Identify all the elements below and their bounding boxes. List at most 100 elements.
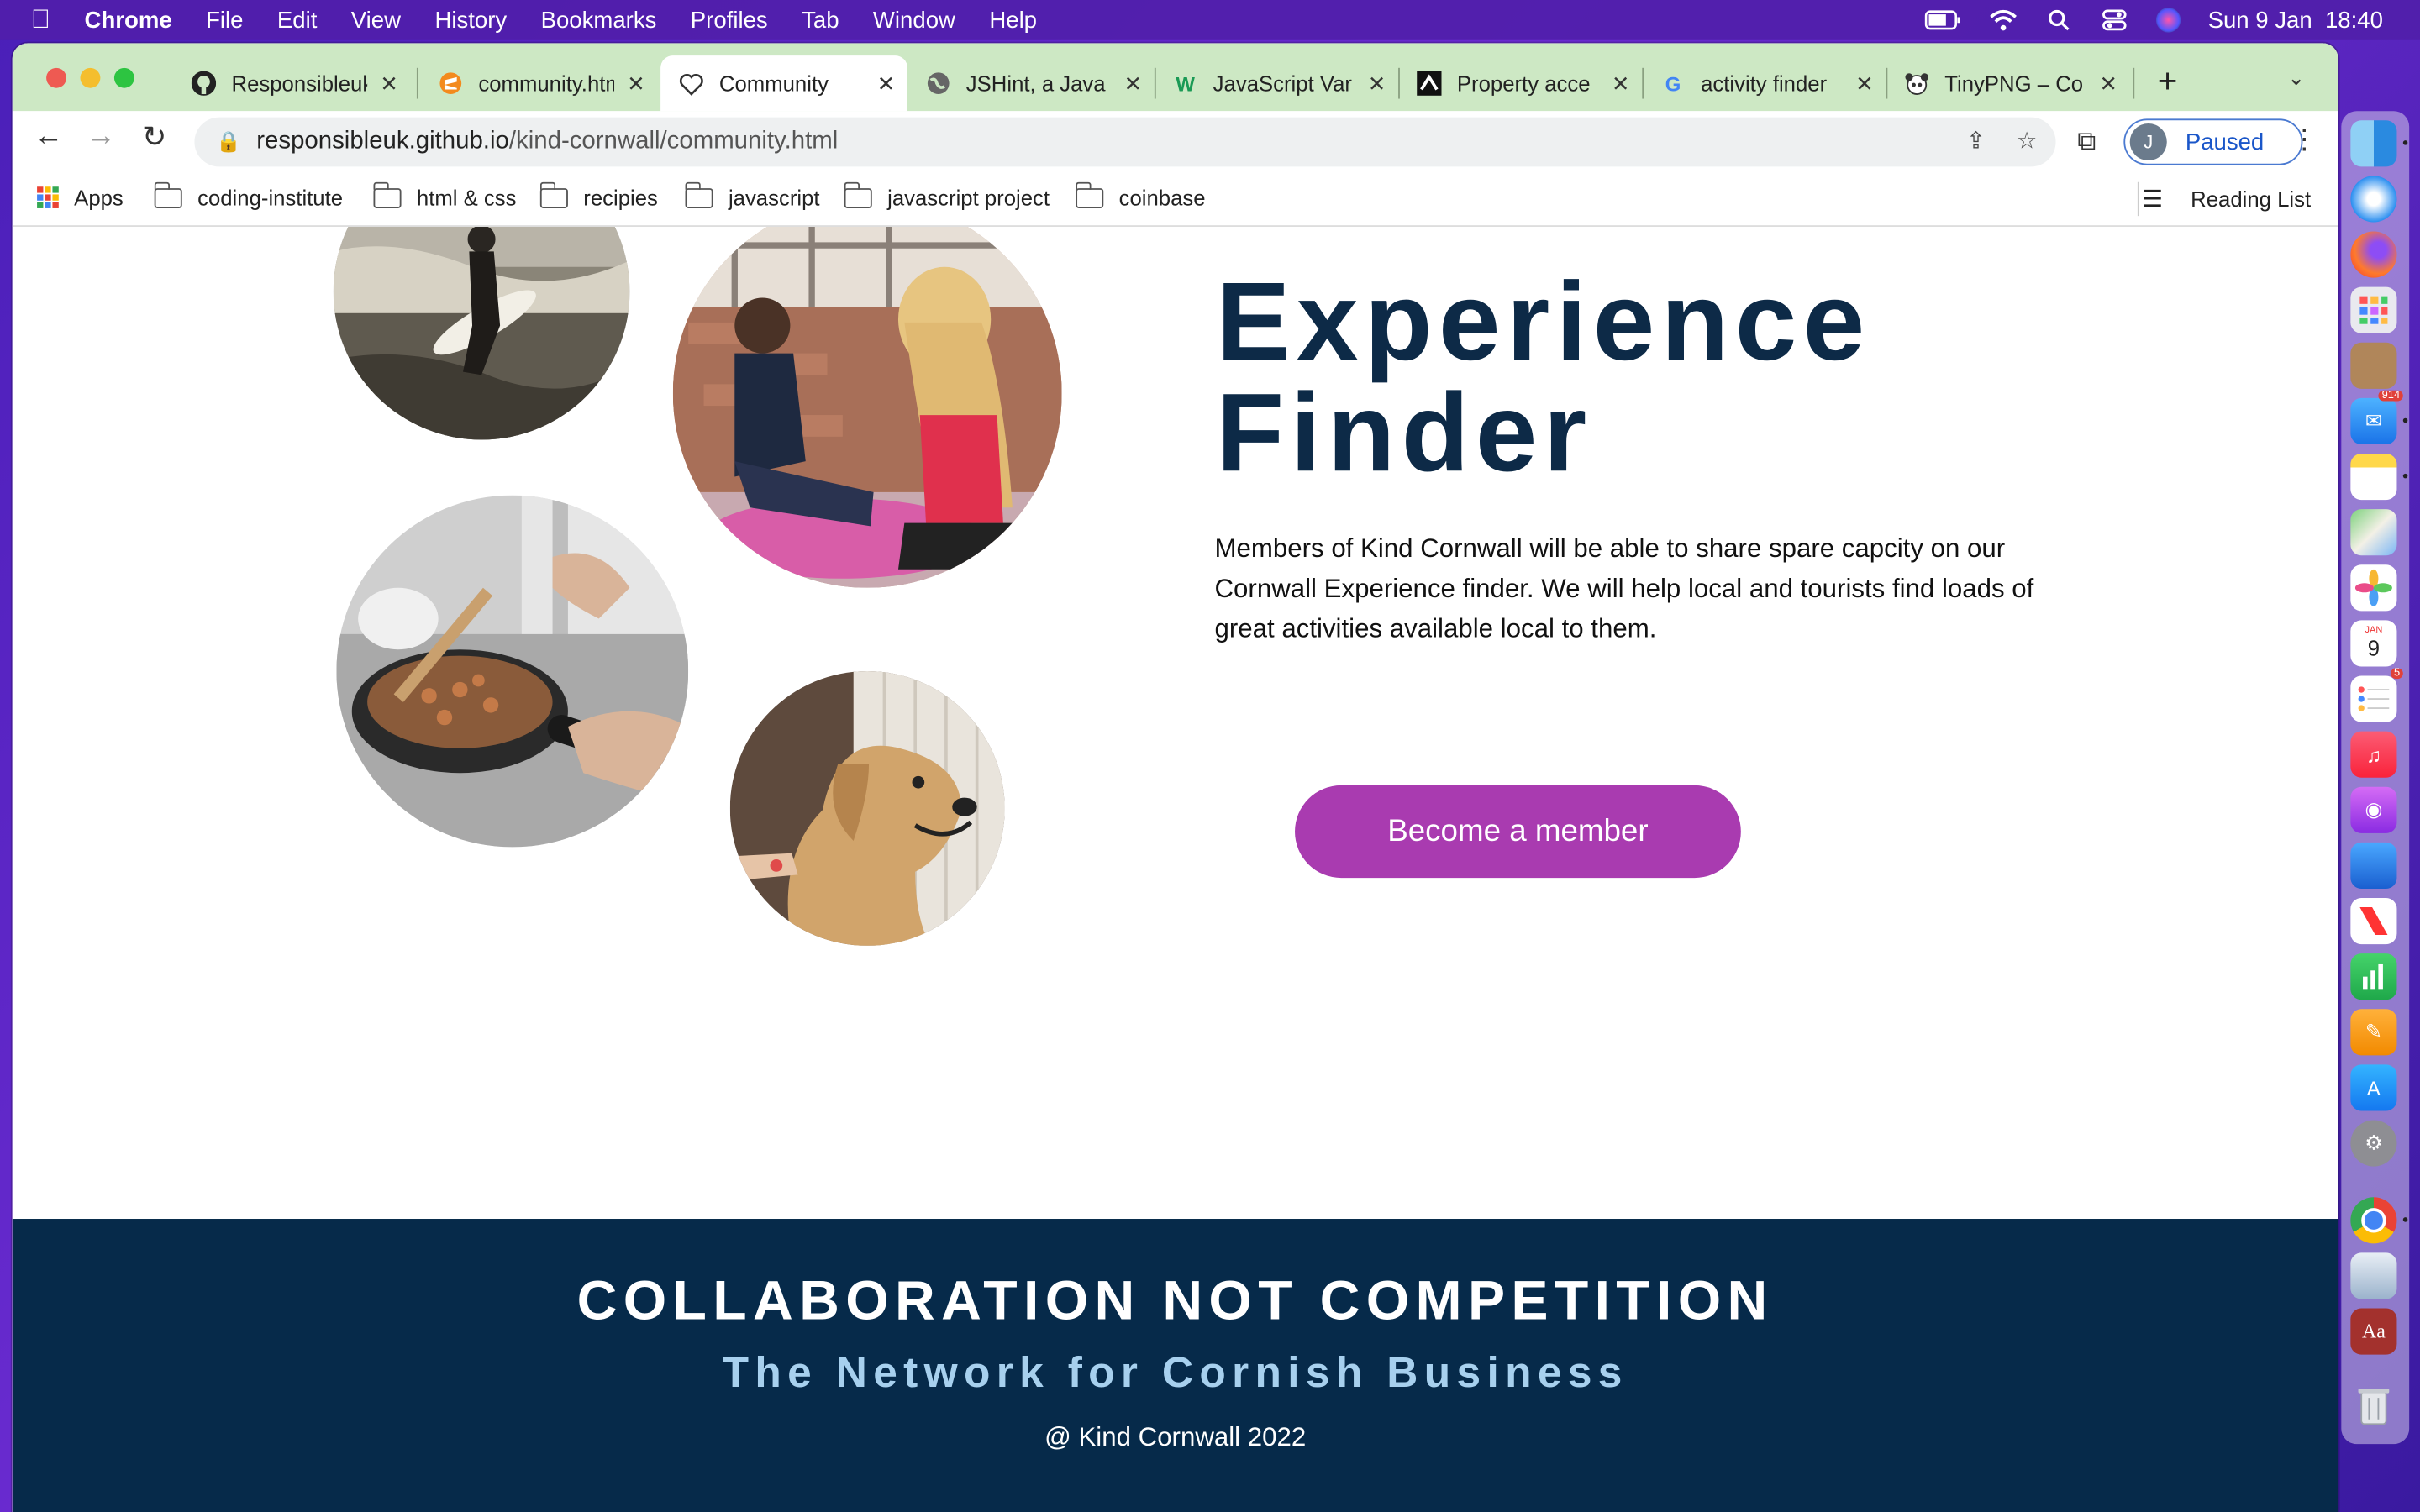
firefox-icon[interactable] [2350, 231, 2397, 278]
site-footer: COLLABORATION NOT COMPETITION The Networ… [12, 1219, 2338, 1512]
zoom-window-button[interactable] [113, 67, 134, 88]
reminders-icon[interactable]: 5 [2350, 668, 2403, 722]
macos-dock: ✉ 914 JAN 9 5 ♫ ◉ ✎ A ⚙ Aa [2341, 111, 2410, 1445]
folder-icon [1075, 181, 1104, 208]
lock-icon[interactable]: 🔒 [216, 129, 241, 154]
bookmark-folder-javascript-project[interactable]: javascript project [843, 181, 1050, 210]
heart-icon [679, 71, 703, 95]
address-bar[interactable]: 🔒 responsibleuk.github.io/kind-cornwall/… [194, 117, 2056, 167]
tab-property-access[interactable]: Property acce ✕ [1398, 55, 1642, 111]
folder-icon [372, 181, 402, 208]
bookmark-apps[interactable]: Apps [37, 185, 124, 210]
mail-icon[interactable]: ✉ 914 [2350, 390, 2403, 444]
menubar-clock[interactable]: Sun 9 Jan 18:40 [2208, 7, 2383, 33]
menu-view[interactable]: View [351, 7, 401, 33]
close-window-button[interactable] [46, 67, 66, 88]
close-tab-icon[interactable]: ✕ [2099, 71, 2118, 97]
spotlight-search-icon[interactable] [2044, 9, 2072, 31]
notes-icon[interactable] [2350, 454, 2397, 501]
music-icon[interactable]: ♫ [2350, 731, 2397, 778]
system-preferences-icon[interactable]: ⚙ [2350, 1120, 2397, 1167]
minimize-window-button[interactable] [80, 67, 101, 88]
pages-icon[interactable]: ✎ [2350, 1009, 2397, 1056]
bookmark-folder-coding-institute[interactable]: coding-institute [153, 181, 343, 210]
control-center-icon[interactable] [2100, 9, 2128, 31]
menu-history[interactable]: History [434, 7, 507, 33]
tab-strip: Responsibleuk ✕ community.htm ✕ Communit… [12, 43, 2338, 112]
tab-jshint[interactable]: JSHint, a Java ✕ [908, 55, 1155, 111]
browser-toolbar: ← → ↻ 🔒 responsibleuk.github.io/kind-cor… [12, 111, 2338, 173]
safari-icon[interactable] [2350, 176, 2397, 223]
menu-window[interactable]: Window [873, 7, 955, 33]
menu-edit[interactable]: Edit [277, 7, 317, 33]
share-icon[interactable]: ⇪ [1966, 127, 1986, 154]
dictionary-icon[interactable]: Aa [2350, 1308, 2397, 1355]
calendar-icon[interactable]: JAN 9 [2350, 620, 2397, 667]
bookmark-star-icon[interactable]: ☆ [2017, 127, 2038, 154]
envelope-icon: ✉ [2365, 408, 2382, 433]
back-arrow-icon[interactable]: ← [34, 120, 63, 154]
maps-icon[interactable] [2350, 509, 2397, 556]
bookmark-folder-coinbase[interactable]: coinbase [1075, 181, 1206, 210]
siri-icon[interactable] [2155, 8, 2181, 33]
battery-icon[interactable] [1924, 9, 1961, 31]
menu-tab[interactable]: Tab [802, 7, 839, 33]
profile-button[interactable]: J Paused [2123, 118, 2303, 165]
become-member-button[interactable]: Become a member [1295, 785, 1741, 879]
podcasts-icon[interactable]: ◉ [2350, 786, 2397, 833]
tab-javascript-var[interactable]: W JavaScript Var ✕ [1155, 55, 1398, 111]
w3schools-icon: W [1176, 71, 1195, 95]
close-tab-icon[interactable]: ✕ [627, 71, 645, 97]
preview-icon[interactable] [2350, 1252, 2397, 1299]
close-tab-icon[interactable]: ✕ [1124, 71, 1143, 97]
forward-arrow-icon[interactable]: → [87, 120, 116, 154]
wifi-icon[interactable] [1989, 9, 2017, 31]
url-path: /kind-cornwall/community.html [508, 128, 839, 155]
extensions-puzzle-icon[interactable]: ⧉ [2077, 127, 2096, 158]
hero-description: Members of Kind Cornwall will be able to… [1214, 533, 2034, 643]
close-tab-icon[interactable]: ✕ [877, 71, 896, 97]
bookmark-folder-html-css[interactable]: html & css [372, 181, 517, 210]
reload-icon[interactable]: ↻ [142, 120, 166, 155]
footer-heading: COLLABORATION NOT COMPETITION [576, 1268, 1774, 1332]
menu-profiles[interactable]: Profiles [691, 7, 768, 33]
tab-community[interactable]: Community ✕ [660, 55, 908, 112]
close-tab-icon[interactable]: ✕ [1612, 71, 1630, 97]
dog-photo [729, 670, 1005, 946]
close-tab-icon[interactable]: ✕ [1855, 71, 1874, 97]
folder-icon [843, 181, 872, 208]
menu-file[interactable]: File [206, 7, 243, 33]
news-icon[interactable] [2350, 897, 2397, 945]
app-menu[interactable]: Chrome [85, 7, 172, 33]
folder-icon [153, 181, 182, 208]
apple-menu-icon[interactable]:  [31, 5, 50, 36]
menu-help[interactable]: Help [989, 7, 1037, 33]
more-menu-icon[interactable]: ⋮ [2291, 123, 2318, 156]
tab-tinypng[interactable]: TinyPNG – Co ✕ [1886, 55, 2129, 111]
trash-icon[interactable] [2350, 1383, 2396, 1429]
reading-list-button[interactable]: ☰ Reading List [2142, 185, 2311, 213]
bookmark-folder-javascript[interactable]: javascript [684, 181, 820, 210]
google-icon: G [1665, 71, 1681, 95]
bookmark-folder-recipies[interactable]: recipies [539, 181, 658, 210]
photos-icon[interactable] [2350, 564, 2397, 612]
close-tab-icon[interactable]: ✕ [1368, 71, 1386, 97]
keynote-icon[interactable] [2350, 842, 2397, 889]
chrome-icon[interactable] [2350, 1197, 2397, 1244]
bookmarks-bar: Apps coding-institute html & css recipie… [12, 172, 2338, 227]
app-store-icon[interactable]: A [2350, 1064, 2397, 1111]
menu-bookmarks[interactable]: Bookmarks [541, 7, 657, 33]
launchpad-icon[interactable] [2350, 286, 2397, 333]
tab-activity-finder[interactable]: G activity finder ✕ [1642, 55, 1886, 111]
mail-badge: 914 [2378, 390, 2403, 402]
url-domain: responsibleuk.github.io [256, 128, 509, 155]
close-tab-icon[interactable]: ✕ [380, 71, 398, 97]
finder-icon[interactable] [2350, 120, 2397, 167]
numbers-icon[interactable] [2350, 953, 2397, 1000]
contacts-icon[interactable] [2350, 342, 2397, 389]
new-tab-plus-icon[interactable]: + [2158, 61, 2178, 102]
tab-community-htm[interactable]: community.htm ✕ [420, 55, 658, 111]
globe-icon [926, 71, 950, 95]
tab-search-chevron-down-icon[interactable]: ⌄ [2287, 65, 2306, 91]
tab-responsibleuk[interactable]: Responsibleuk ✕ [173, 55, 411, 111]
